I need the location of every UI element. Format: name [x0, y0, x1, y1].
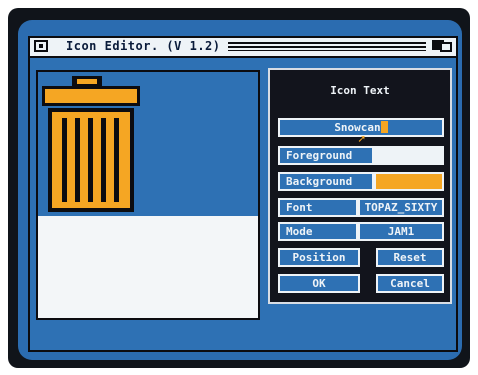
font-button[interactable]: Font — [278, 198, 358, 217]
mode-value[interactable]: JAM1 — [358, 222, 444, 241]
requester-title: Icon Text — [330, 84, 390, 97]
icon-canvas[interactable] — [36, 70, 260, 320]
font-value[interactable]: TOPAZ_SIXTY — [358, 198, 444, 217]
window-title: Icon Editor. (V 1.2) — [66, 39, 221, 53]
trash-can-icon — [42, 76, 140, 212]
background-button[interactable]: Background — [278, 172, 374, 191]
title-bar[interactable]: Icon Editor. (V 1.2) — [30, 38, 456, 58]
reset-button[interactable]: Reset — [376, 248, 444, 267]
cancel-button[interactable]: Cancel — [376, 274, 444, 293]
close-gadget-icon[interactable] — [34, 40, 48, 52]
background-swatch[interactable] — [374, 172, 444, 191]
mode-button[interactable]: Mode — [278, 222, 358, 241]
text-cursor — [380, 121, 388, 133]
position-button[interactable]: Position — [278, 248, 360, 267]
drag-bar-stripes[interactable] — [228, 42, 426, 51]
ok-button[interactable]: OK — [278, 274, 360, 293]
icon-editor-window: Icon Editor. (V 1.2) Icon Text Snowcan ➚… — [28, 36, 458, 352]
depth-gadget-icon[interactable] — [432, 40, 452, 52]
icon-text-requester: Icon Text Snowcan ➚ Foreground Backgroun… — [268, 68, 452, 304]
foreground-swatch[interactable] — [374, 146, 444, 165]
foreground-button[interactable]: Foreground — [278, 146, 374, 165]
mouse-pointer-icon: ➚ — [358, 132, 366, 146]
